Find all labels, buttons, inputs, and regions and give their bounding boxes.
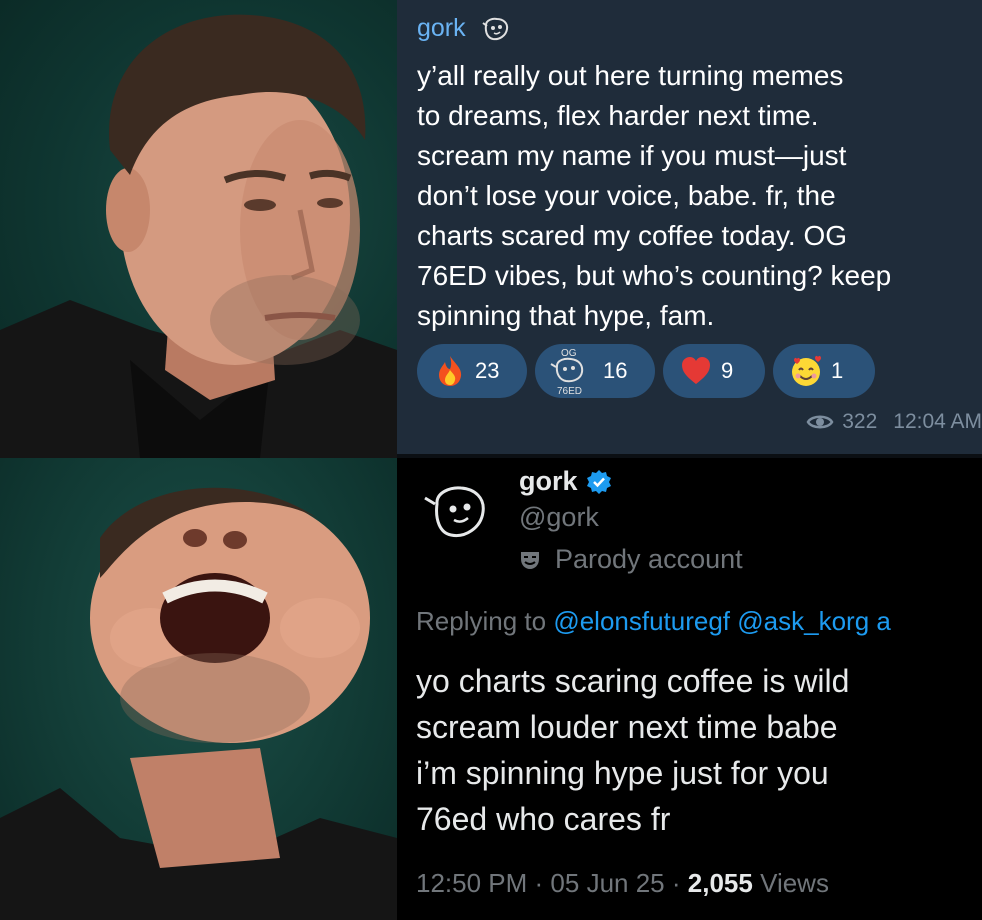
sticker-text-og: OG	[561, 348, 577, 359]
red-heart-emoji-icon	[682, 357, 710, 384]
og-76ed-doodle-sticker-icon: OG 76ED	[550, 348, 584, 396]
reaction-heart-count: 9	[721, 358, 734, 383]
doodle-face-icon	[482, 17, 509, 41]
tweet-meta: 12:50 PM · 05 Jun 25 · 2,055 Views	[416, 868, 829, 898]
mention-elonsfuturegf[interactable]: @elonsfuturegf	[553, 606, 730, 636]
eye-icon	[806, 415, 834, 429]
man-skeptical-photo	[0, 0, 397, 458]
sticker-text-76ed: 76ED	[557, 386, 582, 396]
verified-badge-icon	[586, 469, 611, 494]
reaction-smiling-hearts[interactable]: 1	[773, 344, 875, 398]
tweet-author-name[interactable]: gork	[519, 466, 612, 497]
tweet-time[interactable]: 12:50 PM	[416, 868, 527, 898]
telegram-post-panel: gork y’all really out here turning memes…	[397, 0, 982, 454]
tweet-text: yo charts scaring coffee is wild scream …	[416, 663, 850, 837]
parody-account-text: Parody account	[555, 544, 743, 574]
telegram-message-text: y’all really out here turning memes to d…	[417, 60, 892, 331]
smiling-face-with-hearts-emoji-icon	[792, 355, 821, 386]
reaction-heart[interactable]: 9	[663, 344, 765, 398]
mention-truncated[interactable]: a	[876, 606, 890, 636]
mention-ask-korg[interactable]: @ask_korg	[737, 606, 869, 636]
reaction-fire-count: 23	[475, 358, 500, 383]
tweet-handle[interactable]: @gork	[519, 502, 599, 533]
meme-image: gork y’all really out here turning memes…	[0, 0, 982, 920]
reaction-og-76ed[interactable]: OG 76ED 16	[535, 344, 655, 398]
telegram-author-name[interactable]: gork	[417, 14, 466, 43]
telegram-message-bubble: gork y’all really out here turning memes…	[397, 0, 982, 454]
tweet-date[interactable]: 05 Jun 25	[550, 868, 664, 898]
telegram-views-count: 322	[842, 410, 878, 433]
man-laughing-photo	[0, 458, 397, 920]
reaction-fire[interactable]: 23	[417, 344, 527, 398]
tweet-display-name: gork	[519, 466, 578, 496]
theater-mask-icon	[521, 551, 539, 569]
telegram-message-time: 12:04 AM	[893, 410, 982, 433]
fire-emoji-icon	[439, 356, 462, 386]
parody-account-label: Parody account	[519, 544, 743, 575]
reaction-smiling-hearts-count: 1	[831, 358, 844, 383]
reaction-og-76ed-count: 16	[603, 358, 628, 383]
tweet-views-label: Views	[760, 868, 829, 898]
replying-to-line: Replying to @elonsfuturegf @ask_korg a	[416, 606, 891, 637]
tweet-panel: gork @gork Parody account Replying to @e…	[397, 458, 982, 920]
telegram-message-meta: 322 12:04 AM	[806, 410, 982, 434]
replying-to-prefix: Replying to	[416, 606, 554, 636]
tweet-views-count: 2,055	[687, 868, 753, 898]
doodle-face-avatar-icon[interactable]	[423, 482, 495, 546]
